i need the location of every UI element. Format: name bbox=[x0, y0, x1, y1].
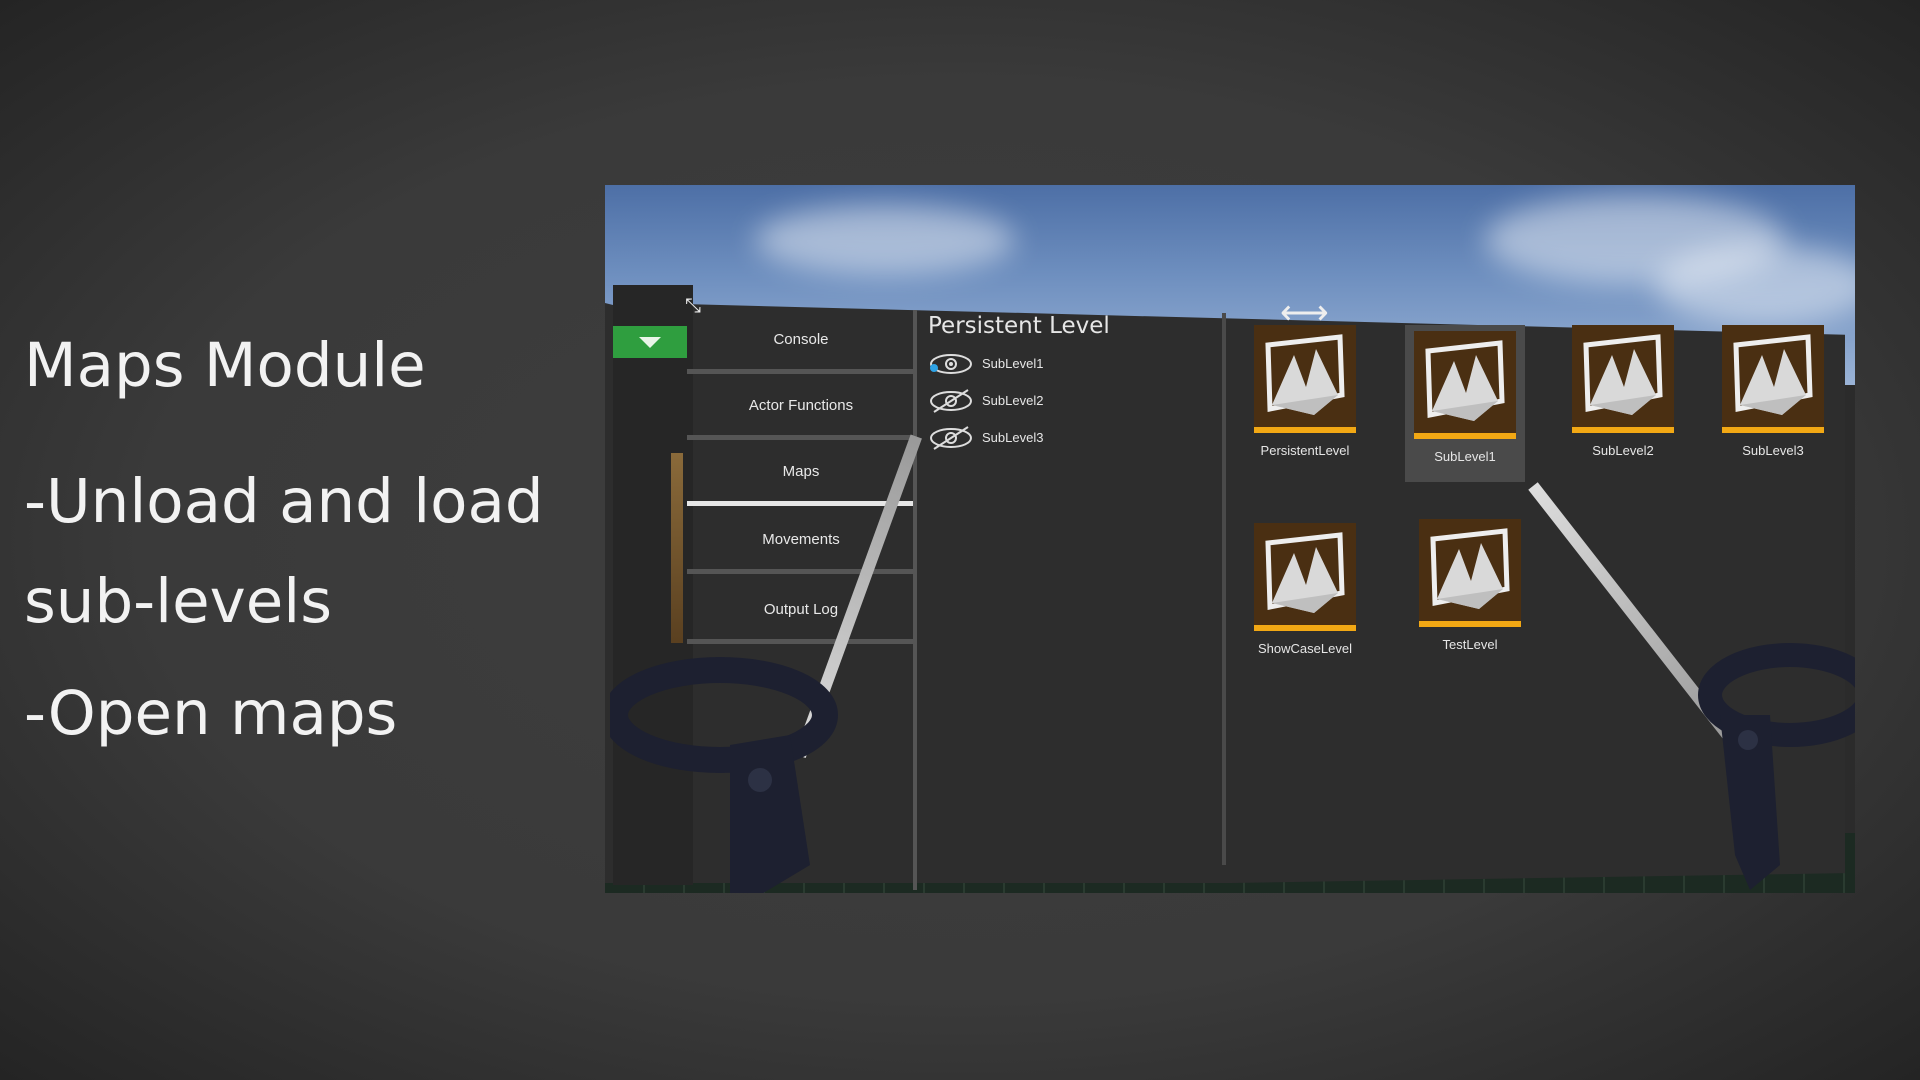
menu-item-label: Maps bbox=[782, 463, 820, 480]
sublevel-row[interactable]: SubLevel1 bbox=[920, 345, 1220, 382]
map-tile[interactable]: PersistentLevel bbox=[1245, 325, 1365, 458]
sublevel-row[interactable]: SubLevel2 bbox=[920, 382, 1220, 419]
map-thumbnail-icon bbox=[1254, 325, 1356, 427]
wood-texture bbox=[671, 453, 683, 643]
vr-editor-screenshot: ⤡ Console Actor Functions Maps Movements… bbox=[605, 185, 1855, 893]
column-divider bbox=[1222, 313, 1226, 865]
persistent-level-title: Persistent Level bbox=[928, 313, 1110, 339]
map-bar bbox=[1722, 427, 1824, 433]
map-tile[interactable]: TestLevel bbox=[1410, 519, 1530, 652]
menu-item-output-log[interactable]: Output Log bbox=[687, 580, 915, 644]
map-tile[interactable]: SubLevel2 bbox=[1563, 325, 1683, 458]
map-name: SubLevel3 bbox=[1742, 443, 1804, 458]
menu-item-label: Movements bbox=[762, 531, 840, 548]
menu-item-label: Console bbox=[773, 331, 829, 348]
slide-bullet-1: -Unload and load sub-levels bbox=[24, 466, 544, 637]
map-name: TestLevel bbox=[1442, 637, 1498, 652]
eye-icon[interactable] bbox=[928, 351, 974, 377]
menu-item-console[interactable]: Console bbox=[687, 310, 915, 374]
sublevel-name: SubLevel2 bbox=[982, 393, 1044, 408]
sublevel-name: SubLevel3 bbox=[982, 430, 1044, 445]
menu-item-maps[interactable]: Maps bbox=[687, 442, 915, 506]
map-thumbnail-icon bbox=[1414, 331, 1516, 433]
menu-divider bbox=[913, 310, 917, 890]
map-name: PersistentLevel bbox=[1260, 443, 1350, 458]
map-tile[interactable]: ShowCaseLevel bbox=[1245, 523, 1365, 656]
sublevels-list: Persistent Level SubLevel1 SubLevel2 Sub… bbox=[920, 313, 1220, 456]
dropdown-button[interactable] bbox=[613, 326, 687, 358]
eye-slash-icon[interactable] bbox=[928, 425, 974, 451]
sublevel-row[interactable]: SubLevel3 bbox=[920, 419, 1220, 456]
chevron-down-icon bbox=[639, 336, 661, 348]
map-thumbnail-icon bbox=[1572, 325, 1674, 427]
slide-bullet-2: -Open maps bbox=[24, 678, 398, 749]
map-name: SubLevel1 bbox=[1434, 449, 1496, 464]
right-controller-icon bbox=[1698, 643, 1855, 890]
map-name: ShowCaseLevel bbox=[1258, 641, 1352, 656]
menu-item-label: Output Log bbox=[763, 601, 839, 618]
map-thumbnail-icon bbox=[1254, 523, 1356, 625]
slide-title: Maps Module bbox=[24, 330, 426, 401]
map-tile[interactable]: SubLevel1 bbox=[1405, 325, 1525, 482]
map-bar bbox=[1414, 433, 1516, 439]
eye-slash-icon[interactable] bbox=[928, 388, 974, 414]
map-bar bbox=[1572, 427, 1674, 433]
left-controller-icon bbox=[610, 657, 838, 893]
menu-item-label: Actor Functions bbox=[748, 397, 854, 414]
map-bar bbox=[1254, 625, 1356, 631]
map-thumbnail-icon bbox=[1419, 519, 1521, 621]
sublevel-name: SubLevel1 bbox=[982, 356, 1044, 371]
menu-item-actor-functions[interactable]: Actor Functions bbox=[687, 376, 915, 440]
map-thumbnail-icon bbox=[1722, 325, 1824, 427]
map-name: SubLevel2 bbox=[1592, 443, 1654, 458]
map-bar bbox=[1254, 427, 1356, 433]
map-bar bbox=[1419, 621, 1521, 627]
map-tile[interactable]: SubLevel3 bbox=[1713, 325, 1833, 458]
